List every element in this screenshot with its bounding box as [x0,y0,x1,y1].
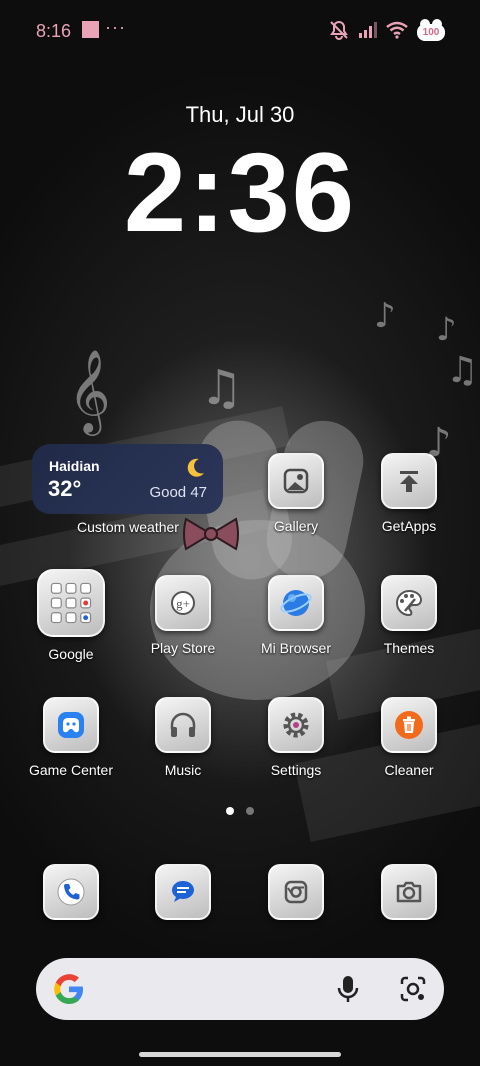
google-folder-icon [37,569,105,637]
wifi-icon [386,21,408,39]
svg-text:g+: g+ [176,596,190,611]
app-settings[interactable]: Settings [241,697,351,778]
app-label: Mi Browser [260,640,331,656]
notification-square-icon [82,21,99,38]
more-notifications-icon: ··· [105,17,126,37]
dock-camera[interactable] [354,864,464,920]
status-time: 8:16 [36,21,72,41]
app-themes[interactable]: Themes [354,575,464,656]
app-game-center[interactable]: Game Center [16,697,126,778]
gesture-navigation-handle[interactable] [139,1052,341,1057]
microphone-icon[interactable] [334,974,362,1004]
air-quality: Good 47 [149,484,207,501]
lens-icon[interactable] [398,974,428,1004]
app-label: Themes [383,640,435,656]
battery-icon: 100 [416,18,446,42]
weather-temperature: 32° [48,476,82,501]
trash-icon [381,697,437,753]
app-label: Game Center [28,762,114,778]
mi-browser-icon [268,575,324,631]
gallery-icon [268,453,324,509]
phone-icon [43,864,99,920]
app-label: Settings [270,762,322,778]
themes-icon [381,575,437,631]
messages-icon [155,864,211,920]
app-mi-browser[interactable]: Mi Browser [241,575,351,656]
battery-level: 100 [422,27,440,38]
weather-widget-label: Custom weather [77,519,179,535]
app-label: Cleaner [384,762,434,778]
app-music[interactable]: Music [128,697,238,778]
page-dot [246,807,254,815]
date-label: Thu, Jul 30 [185,102,295,127]
app-label: Play Store [150,640,216,656]
status-bar: 8:16 ··· 100 [0,0,480,60]
app-cleaner[interactable]: Cleaner [354,697,464,778]
headphones-icon [155,697,211,753]
app-label: Gallery [273,518,319,534]
dock-chrome[interactable] [241,864,351,920]
getapps-icon [381,453,437,509]
app-label: Music [164,762,202,778]
dock-phone[interactable] [16,864,126,920]
game-center-icon [43,697,99,753]
signal-icon [359,22,377,38]
app-play-store[interactable]: g+ Play Store [128,575,238,656]
page-dot-active [226,807,234,815]
app-gallery[interactable]: Gallery [241,453,351,534]
page-indicator[interactable] [226,807,254,815]
weather-widget[interactable]: Haidian 32° Good 47 [32,444,223,514]
gear-icon [268,697,324,753]
app-label: GetApps [381,518,437,534]
mute-icon [330,20,348,40]
app-getapps[interactable]: GetApps [354,453,464,534]
google-g-icon[interactable] [50,970,88,1008]
dock-messages[interactable] [128,864,238,920]
weather-city: Haidian [49,458,100,474]
app-google-folder[interactable]: Google [16,569,126,662]
app-label: Google [48,646,94,662]
google-search-bar[interactable] [36,958,444,1020]
chrome-icon [268,864,324,920]
play-store-icon: g+ [155,575,211,631]
camera-icon [381,864,437,920]
clock[interactable]: 2:36 [0,126,480,260]
moon-icon [187,458,204,477]
